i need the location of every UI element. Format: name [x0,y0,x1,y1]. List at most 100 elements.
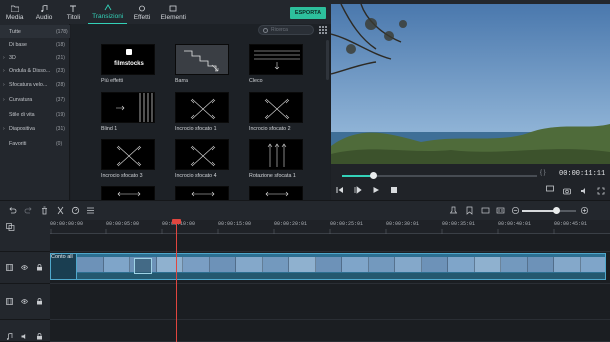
cut-icon[interactable] [56,206,65,215]
track-lane[interactable] [50,284,610,320]
tab-titoli[interactable]: Titoli [59,0,88,24]
eye-icon[interactable] [21,298,28,305]
category-item[interactable]: Tutte (178) [0,25,70,38]
grid-scrollbar[interactable] [326,40,329,80]
zoom-slider-knob[interactable] [553,207,560,214]
playhead-handle[interactable] [172,219,181,224]
cross-blur-icon [190,145,216,167]
transition-tile[interactable]: Blind 1 [101,92,155,132]
image-icon [169,5,177,12]
ruler-timecode: 00:00:40:01 [498,221,532,227]
category-item[interactable]: › Curvatura (37) [0,93,70,106]
eye-icon[interactable] [21,264,28,271]
redo-icon[interactable] [24,206,33,215]
library-tabs: Media Audio Titoli Transizioni Effetti E… [0,0,190,24]
transition-tile[interactable] [249,186,303,200]
category-item[interactable]: › Sfocatura velo... (28) [0,78,70,91]
ruler-timecode: 00:00:20:01 [274,221,308,227]
transition-tile[interactable]: Incrocio sfocato 1 [175,92,229,132]
transition-tile[interactable]: Rotazione sfocata 1 [249,139,303,179]
export-button[interactable]: ESPORTA [290,7,326,19]
play-pause-icon[interactable] [354,186,362,194]
lock-icon[interactable] [36,298,43,305]
cross-blur-icon [116,145,142,167]
clip-thumbnails [77,257,605,272]
category-name: Sfocatura velo... [9,81,48,88]
marker-icon[interactable] [465,206,474,215]
transition-tile[interactable]: Incrocio sfocato 3 [101,139,155,179]
category-item[interactable]: › Ondula & Disso... (23) [0,64,70,77]
monitor-icon[interactable] [546,185,554,193]
video-clip[interactable] [76,253,606,280]
delete-icon[interactable] [40,206,49,215]
transition-tile[interactable]: Incrocio sfocato 4 [175,139,229,179]
transition-marker[interactable] [134,258,152,274]
ruler-corner [0,220,50,234]
zoom-out-icon[interactable] [511,206,520,215]
snapshot-icon[interactable] [563,187,571,195]
play-icon[interactable] [372,186,380,194]
transition-tile[interactable] [175,186,229,200]
in-out-markers[interactable]: { } [540,170,546,176]
ruler-timecode: 00:00:00:00 [50,221,84,227]
transition-thumbnail [101,186,155,200]
category-item[interactable]: Di base (18) [0,38,70,51]
adjust-icon[interactable] [86,206,95,215]
mixer-icon[interactable] [496,206,505,215]
category-item[interactable]: Stile di vita (19) [0,108,70,121]
transition-thumbnail [175,92,229,123]
skip-back-icon[interactable] [336,186,344,194]
tab-effetti[interactable]: Effetti [127,0,156,24]
transition-label: Rotazione sfocata 1 [249,173,296,179]
tab-media[interactable]: Media [0,0,29,24]
arrows-transition-icon [265,191,289,197]
track-header-video-2 [0,284,50,320]
tab-transizioni[interactable]: Transizioni [88,0,128,24]
playhead-line[interactable] [176,222,177,342]
lock-icon[interactable] [36,264,43,271]
category-item[interactable]: Favoriti (0) [0,137,70,150]
transition-thumbnail [175,186,229,200]
search-input[interactable]: Ricerca [258,25,314,35]
lock-icon[interactable] [36,333,43,340]
category-item[interactable]: › Diapositiva (31) [0,122,70,135]
tab-elementi[interactable]: Elementi [157,0,190,24]
stop-icon[interactable] [390,186,398,194]
voiceover-icon[interactable] [481,206,490,215]
transition-thumbnail: filmstocks [101,44,155,75]
transition-label: Incrocio sfocato 4 [175,173,217,179]
volume-icon[interactable] [580,187,588,195]
tab-media-label: Media [5,14,24,21]
grid-view-icon[interactable] [319,26,327,34]
transition-tile[interactable]: Cleco [249,44,303,84]
fullscreen-icon[interactable] [597,187,605,195]
add-track-icon[interactable] [6,223,15,231]
speed-icon[interactable] [71,206,80,215]
transition-tile[interactable] [101,186,155,200]
cross-blur-icon [264,98,290,120]
track-lane[interactable] [50,234,610,252]
zoom-in-icon[interactable] [580,206,589,215]
transition-tile[interactable]: Incrocio sfocato 2 [249,92,303,132]
category-count: (31) [56,125,65,132]
ruler-timecode: 00:00:25:01 [330,221,364,227]
track-lane[interactable] [50,320,610,342]
transition-tile[interactable]: filmstocks Più effetti [101,44,155,84]
category-name: Di base [9,41,27,48]
cross-blur-icon [190,98,216,120]
category-name: 3D [9,54,16,61]
tab-titoli-label: Titoli [66,14,81,21]
zoom-slider-fill [522,210,556,212]
preview-scrubber[interactable] [370,172,377,179]
clip-audio-waveform [77,273,605,279]
tab-audio[interactable]: Audio [29,0,58,24]
volume-icon[interactable] [21,333,28,340]
tab-transizioni-label: Transizioni [92,13,124,20]
category-item[interactable]: › 3D (21) [0,51,70,64]
undo-icon[interactable] [8,206,17,215]
category-count: (0) [56,140,63,147]
transition-thumbnail [175,44,229,75]
category-name: Favoriti [9,140,27,147]
transition-tile[interactable]: Barra [175,44,229,84]
render-icon[interactable] [449,206,458,215]
